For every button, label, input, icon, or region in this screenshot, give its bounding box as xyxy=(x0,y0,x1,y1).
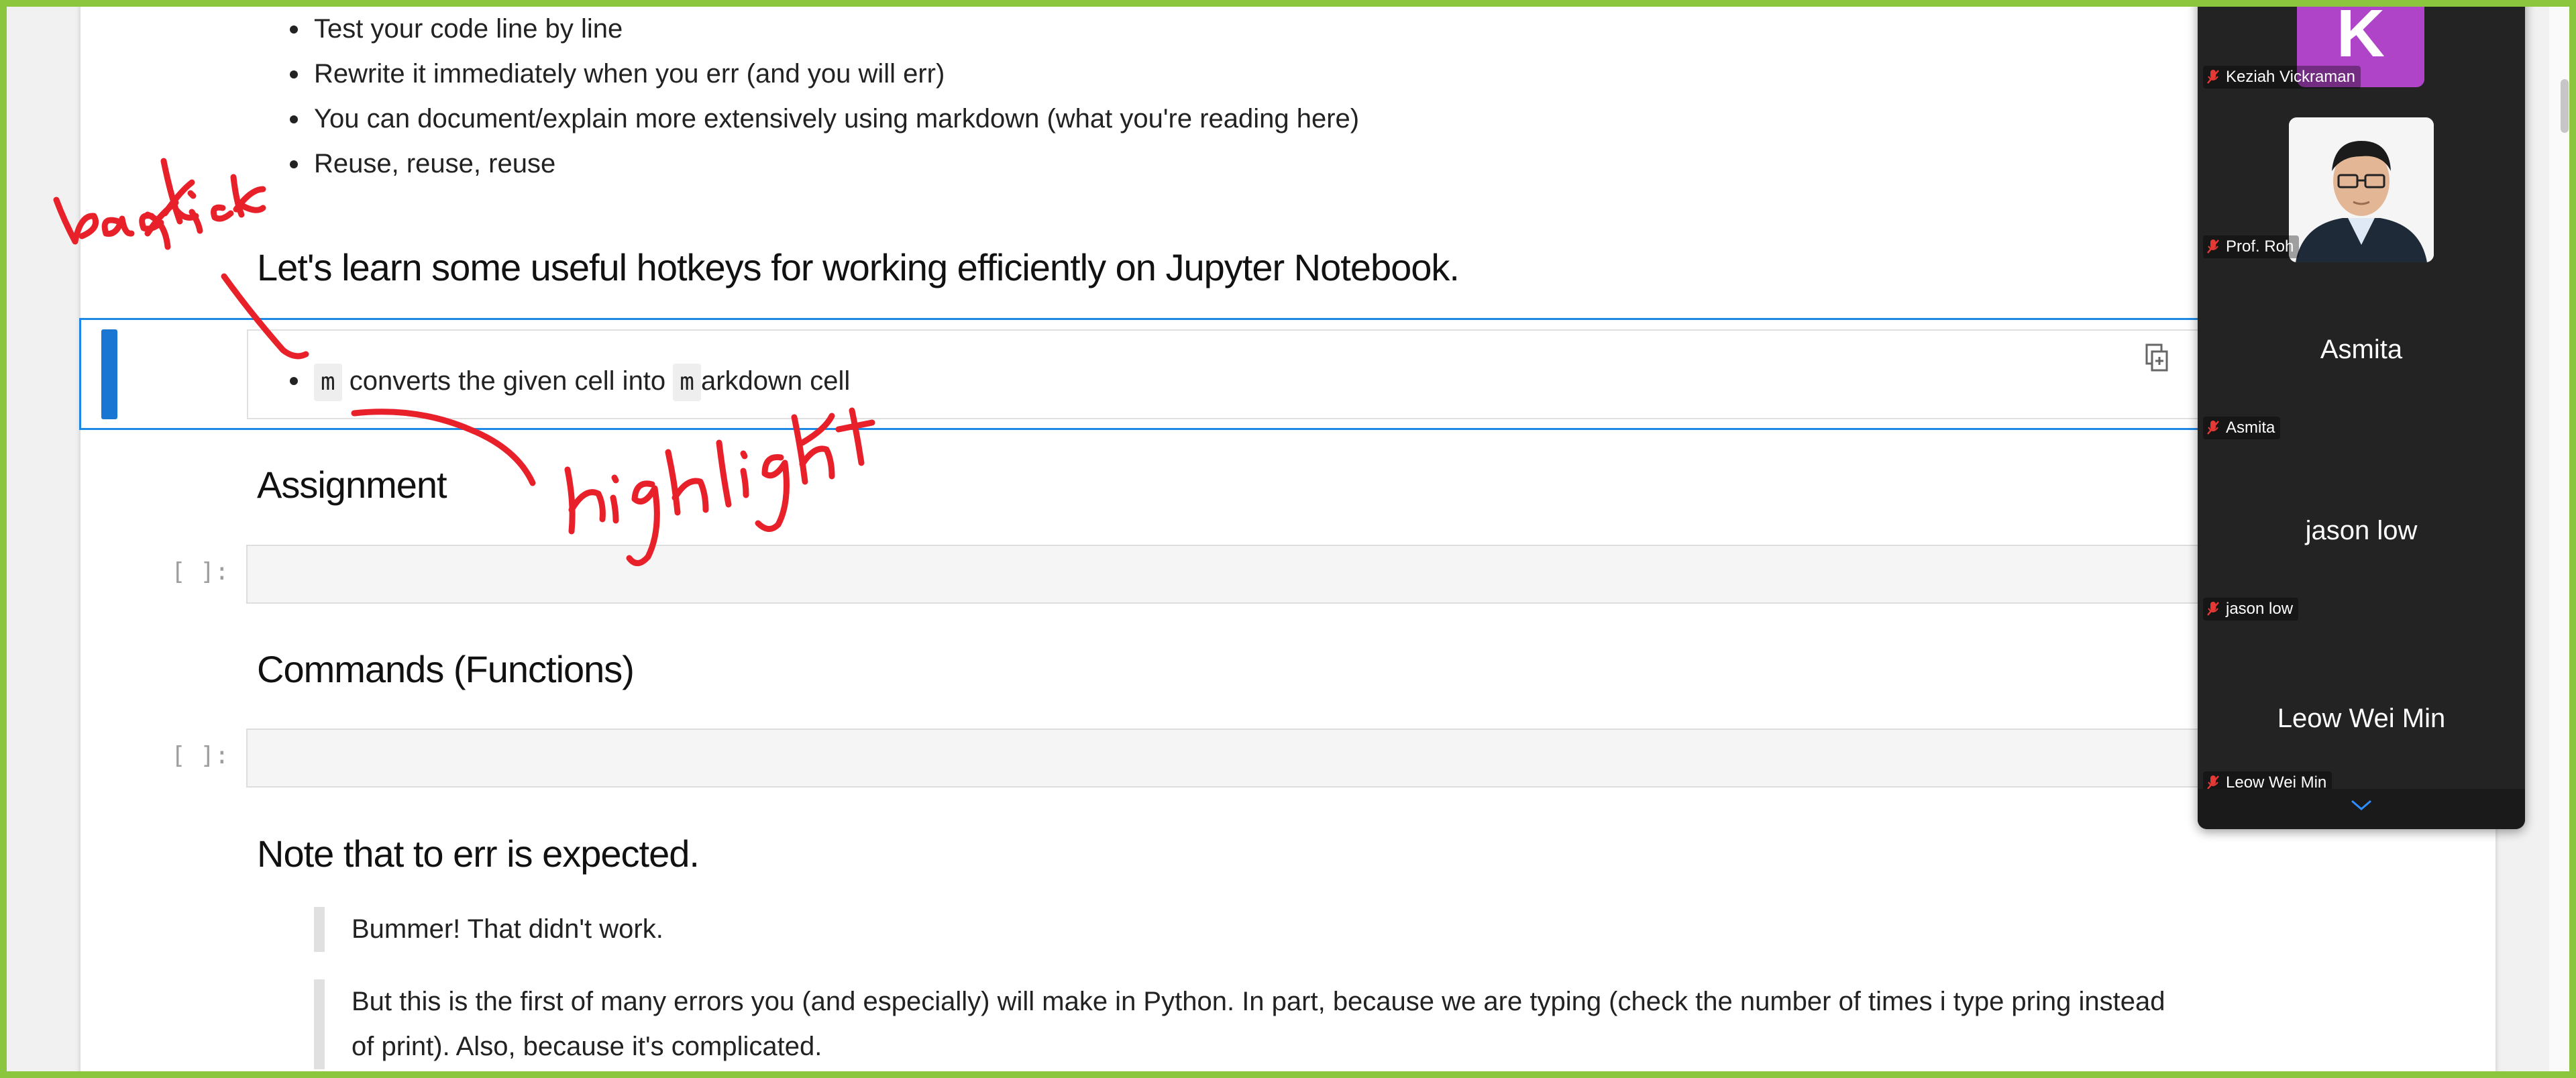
participant-name-tag: Asmita xyxy=(2203,417,2281,439)
gallery-footer xyxy=(2198,789,2525,829)
chevron-down-icon[interactable] xyxy=(2349,797,2373,813)
participant-name: Asmita xyxy=(2226,419,2275,437)
hotkey-text: arkdown cell xyxy=(700,366,851,396)
participant-tile[interactable]: Prof. Roh xyxy=(2198,77,2525,258)
intro-bullet-list: Test your code line by line Rewrite it i… xyxy=(282,7,1359,186)
assignment-heading: Assignment xyxy=(257,464,447,506)
cell-selection-bar xyxy=(101,329,117,419)
scrollbar-thumb[interactable] xyxy=(2561,79,2569,133)
participant-name: Prof. Roh xyxy=(2226,237,2294,256)
quote-text: of print). Also, because it's complicate… xyxy=(352,1032,822,1061)
blockquote: But this is the first of many errors you… xyxy=(314,979,2165,1069)
code-cell[interactable] xyxy=(246,729,2265,788)
note-heading: Note that to err is expected. xyxy=(257,832,700,875)
list-item: You can document/explain more extensivel… xyxy=(282,97,1359,142)
commands-heading: Commands (Functions) xyxy=(257,648,635,690)
cell-prompt: [ ]: xyxy=(171,742,229,769)
copy-cell-icon[interactable] xyxy=(2145,343,2169,373)
inline-code-key: m xyxy=(314,364,342,401)
participant-tile[interactable]: Leow Wei Min Leow Wei Min xyxy=(2198,608,2525,794)
quote-text: But this is the first of many errors you… xyxy=(352,987,2165,1016)
hotkey-list-item: m converts the given cell into m arkdown … xyxy=(282,360,850,402)
code-cell[interactable] xyxy=(246,545,2265,604)
hotkeys-heading: Let's learn some useful hotkeys for work… xyxy=(257,246,1460,288)
page-scrollbar[interactable] xyxy=(2549,0,2576,1078)
participant-display-name: Asmita xyxy=(2320,335,2403,364)
participant-display-name: Leow Wei Min xyxy=(2277,704,2446,733)
muted-mic-icon xyxy=(2207,421,2219,435)
participant-name-tag: Prof. Roh xyxy=(2203,235,2300,258)
hotkey-text: converts the given cell into xyxy=(341,366,674,396)
video-gallery-panel: K Keziah Vickraman Prof. Roh Asmita Asmi… xyxy=(2198,0,2525,829)
list-item: Reuse, reuse, reuse xyxy=(282,142,1359,186)
participant-tile[interactable]: Asmita Asmita xyxy=(2198,258,2525,439)
blockquote: Bummer! That didn't work. xyxy=(314,907,663,952)
inline-code-key: m xyxy=(673,364,701,401)
participant-display-name: jason low xyxy=(2305,516,2418,545)
muted-mic-icon xyxy=(2207,239,2219,254)
cell-prompt: [ ]: xyxy=(171,558,229,586)
quote-text: Bummer! That didn't work. xyxy=(352,914,663,944)
participant-tile[interactable]: jason low jason low xyxy=(2198,439,2525,621)
list-item: Rewrite it immediately when you err (and… xyxy=(282,52,1359,97)
list-item: Test your code line by line xyxy=(282,7,1359,52)
